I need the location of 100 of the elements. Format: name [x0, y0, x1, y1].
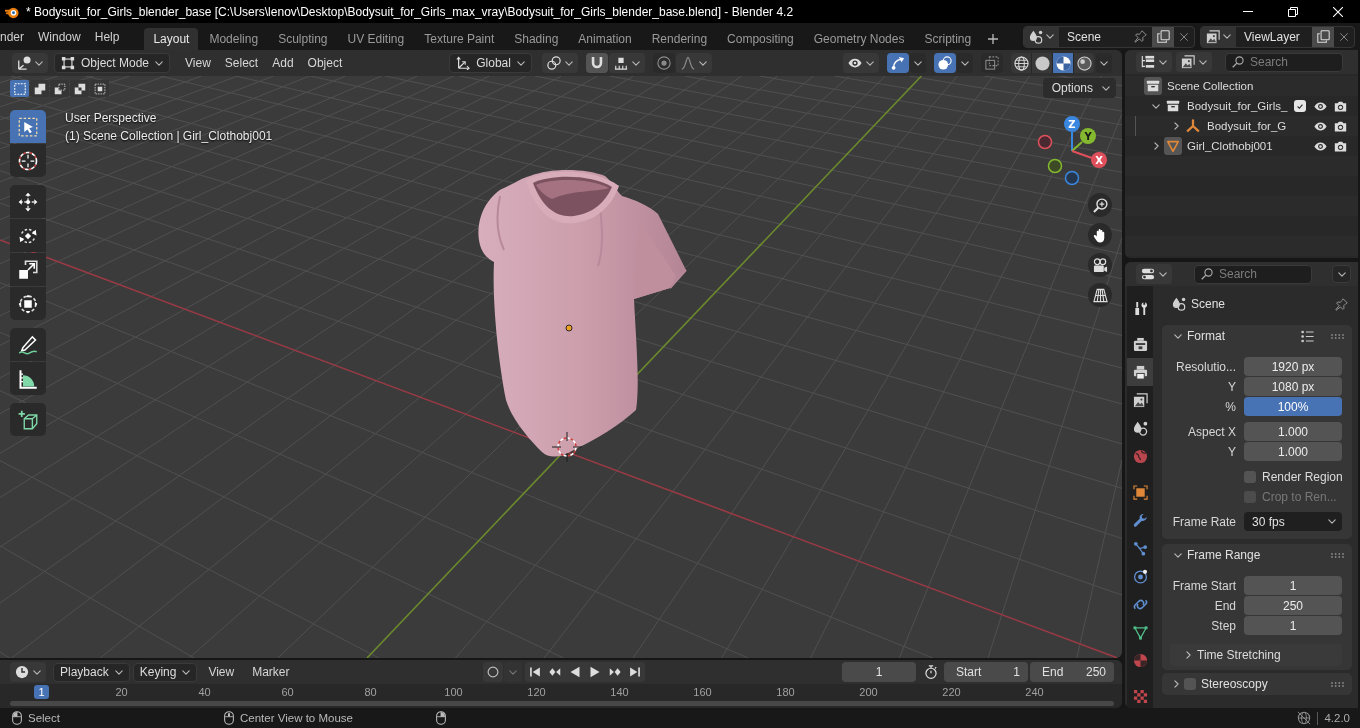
panel-header[interactable]: Frame Range [1162, 544, 1352, 566]
outliner-item[interactable]: Girl_Clothobj001 [1187, 140, 1273, 152]
negative-axis-handle[interactable] [1064, 170, 1080, 186]
pin-icon[interactable] [1335, 297, 1348, 311]
menu-item[interactable]: View [201, 665, 242, 679]
list-icon[interactable] [1301, 329, 1314, 343]
visibility-dropdown[interactable] [843, 53, 879, 73]
checkbox[interactable] [1244, 470, 1256, 483]
editor-type-button[interactable] [10, 662, 46, 682]
record-button[interactable] [482, 662, 503, 682]
end-frame-field[interactable]: End 250 [1030, 662, 1114, 682]
menu-item[interactable]: Add [265, 56, 301, 70]
selection-mode-button[interactable] [30, 80, 49, 97]
start-frame-field[interactable]: Start 1 [944, 662, 1028, 682]
workspace-tab[interactable]: Shading [505, 28, 568, 50]
dropdown[interactable]: 30 fps [1244, 512, 1342, 531]
shading-mode-button[interactable] [1032, 53, 1052, 73]
drag-handle-icon[interactable] [1331, 681, 1344, 687]
editor-type-button[interactable] [1136, 264, 1172, 284]
properties-tab[interactable] [1127, 358, 1153, 386]
tool-button[interactable] [10, 328, 46, 361]
axis-handle[interactable]: X [1071, 150, 1107, 168]
camera-icon[interactable] [1333, 139, 1347, 153]
number-field[interactable]: 1.000 [1244, 422, 1342, 441]
menu-item[interactable]: Marker [245, 665, 297, 679]
drag-handle-icon[interactable] [1331, 552, 1344, 558]
axis-handle[interactable]: Y [1071, 128, 1096, 152]
scene-browse-button[interactable] [1024, 26, 1059, 47]
drag-handle-icon[interactable] [1331, 333, 1344, 339]
menu-item[interactable]: Select [217, 56, 266, 70]
editor-type-button[interactable] [12, 53, 48, 73]
scrollbar[interactable] [10, 701, 1114, 706]
slider-field[interactable]: 100% [1244, 397, 1342, 416]
bodysuit-model[interactable] [478, 170, 687, 457]
menu-item[interactable]: nder [0, 29, 32, 44]
shading-mode-button[interactable] [1011, 53, 1031, 73]
workspace-tab[interactable]: UV Editing [338, 28, 414, 50]
number-field[interactable]: 1080 px [1244, 377, 1342, 396]
checkbox-label[interactable]: Render Region [1262, 469, 1343, 484]
menu-dropdown[interactable]: Playback [53, 662, 130, 682]
axis-handle[interactable]: Z [1064, 116, 1080, 152]
view-layer-browse-button[interactable] [1201, 26, 1236, 47]
tool-button[interactable] [10, 287, 46, 320]
eye-icon[interactable] [1313, 99, 1327, 113]
cursor-3d-icon[interactable] [551, 431, 583, 463]
selection-mode-button[interactable] [10, 80, 29, 97]
camera-icon[interactable] [1333, 99, 1347, 113]
shading-mode-button[interactable] [1053, 53, 1073, 73]
mode-dropdown[interactable]: Object Mode [54, 53, 171, 73]
tool-button[interactable] [10, 403, 46, 436]
search-field[interactable]: Search [1225, 52, 1343, 72]
selection-mode-button[interactable] [50, 80, 69, 97]
tool-button[interactable] [10, 362, 46, 395]
selection-mode-button[interactable] [90, 80, 109, 97]
selection-mode-button[interactable] [70, 80, 89, 97]
outliner-item[interactable]: Bodysuit_for_Girls_ [1187, 100, 1288, 112]
tool-button[interactable] [10, 219, 46, 252]
editor-type-button[interactable] [1136, 52, 1172, 72]
number-field[interactable]: 1 [1244, 576, 1342, 595]
workspace-tab[interactable]: Animation [569, 28, 641, 50]
workspace-tab[interactable]: Modeling [200, 28, 268, 50]
tool-button[interactable] [10, 185, 46, 218]
workspace-tab[interactable]: Texture Paint [415, 28, 504, 50]
menu-item[interactable]: Help [87, 29, 127, 44]
duplicate-scene-button[interactable] [1152, 26, 1174, 47]
panel-header[interactable]: Format [1162, 325, 1352, 347]
menu-dropdown[interactable]: Keying [132, 662, 198, 682]
snap-toggle[interactable] [585, 53, 608, 73]
outliner-item[interactable]: Scene Collection [1167, 80, 1254, 92]
number-field[interactable]: 1 [1244, 616, 1342, 635]
workspace-tab[interactable]: Sculpting [269, 28, 337, 50]
checkbox[interactable] [1294, 100, 1306, 112]
display-mode-dropdown[interactable] [1176, 52, 1212, 72]
panel-header[interactable]: Stereoscopy [1162, 673, 1352, 695]
overlays-toggle[interactable] [934, 53, 956, 73]
falloff-dropdown[interactable] [675, 53, 712, 73]
orientation-dropdown[interactable]: Global [449, 53, 532, 73]
pivot-dropdown[interactable] [541, 53, 578, 73]
options-dropdown[interactable] [1332, 265, 1351, 283]
eye-icon[interactable] [1313, 119, 1327, 133]
workspace-tab[interactable]: Layout [144, 28, 199, 50]
shading-mode-button[interactable] [1074, 53, 1094, 73]
menu-item[interactable]: Object [300, 56, 350, 70]
workspace-tab[interactable]: Scripting [915, 28, 981, 50]
duplicate-view-layer-button[interactable] [1312, 26, 1334, 47]
options-dropdown[interactable]: Options [1042, 78, 1116, 98]
eye-icon[interactable] [1313, 139, 1327, 153]
tool-button[interactable] [10, 144, 46, 177]
view-layer-name-field[interactable]: ViewLayer [1236, 26, 1312, 47]
workspace-tab[interactable]: Rendering [642, 28, 717, 50]
menu-item[interactable]: Window [31, 29, 88, 44]
number-field[interactable]: 250 [1244, 596, 1342, 615]
negative-axis-handle[interactable] [1047, 158, 1063, 174]
search-field[interactable]: Search [1194, 264, 1312, 284]
snap-target-dropdown[interactable] [608, 53, 645, 73]
negative-axis-handle[interactable] [1037, 134, 1053, 150]
workspace-tab[interactable]: Geometry Nodes [804, 28, 914, 50]
xray-toggle[interactable] [981, 53, 1003, 73]
outliner-item[interactable]: Bodysuit_for_G [1207, 120, 1287, 132]
viewport-canvas[interactable] [0, 76, 1122, 658]
